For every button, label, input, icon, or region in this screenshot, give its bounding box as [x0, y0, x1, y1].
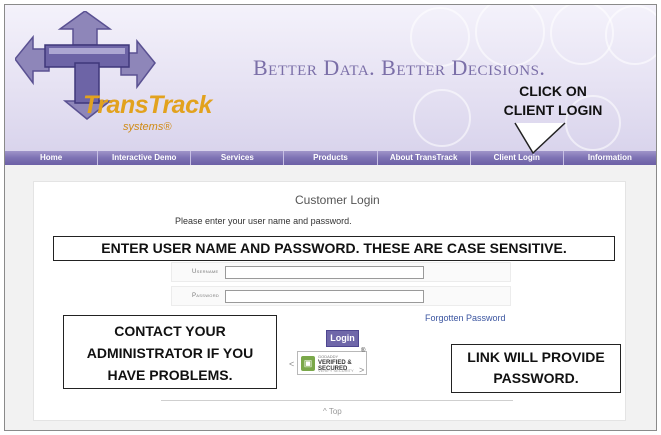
callout-contact-administrator: CONTACT YOUR ADMINISTRATOR IF YOU HAVE P… — [63, 315, 277, 389]
screenshot-frame: TransTrack systems® Better Data. Better … — [4, 4, 657, 431]
callout-link-provides-password: LINK WILL PROVIDE PASSWORD. — [451, 344, 621, 393]
callout-click-client-login: CLICK ON CLIENT LOGIN — [503, 83, 603, 118]
callout-enter-credentials: ENTER USER NAME AND PASSWORD. THESE ARE … — [53, 236, 615, 261]
